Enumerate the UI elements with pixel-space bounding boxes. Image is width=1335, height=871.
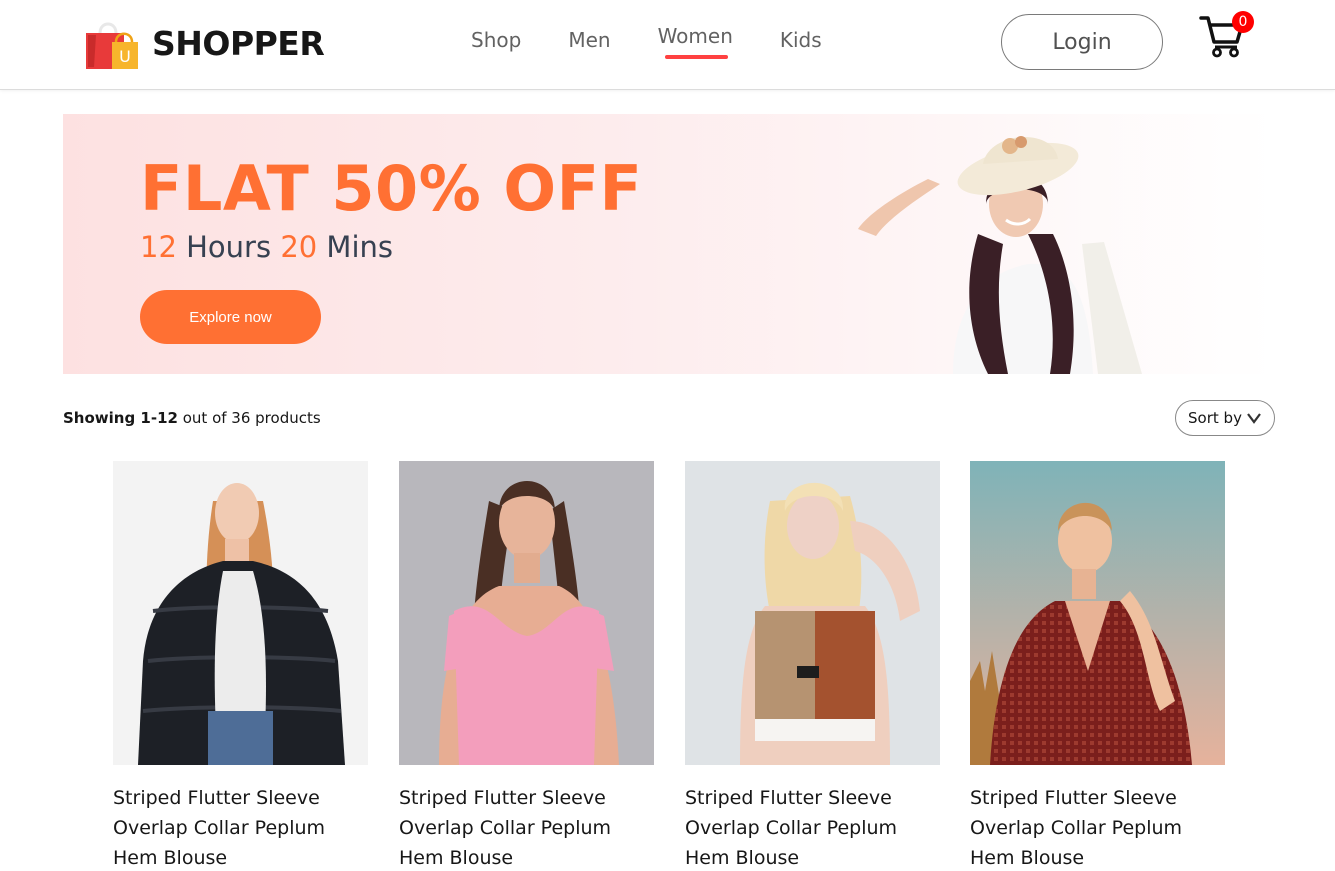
product-name: Striped Flutter Sleeve Overlap Collar Pe… <box>970 787 1183 869</box>
results-range: Showing 1-12 <box>63 409 178 427</box>
nav-label: Women <box>657 24 733 48</box>
navbar: U SHOPPER Shop Men Women Kids Login 0 <box>0 0 1335 90</box>
product-card[interactable]: Striped Flutter Sleeve Overlap Collar Pe… <box>113 461 368 871</box>
nav-item-men[interactable]: Men <box>568 28 610 52</box>
sort-dropdown[interactable]: Sort by <box>1175 400 1275 436</box>
logo[interactable]: U SHOPPER <box>86 17 325 69</box>
product-card[interactable]: Striped Flutter Sleeve Overlap Collar Pe… <box>685 461 940 871</box>
timer-mins-value: 20 <box>280 230 318 264</box>
nav-item-shop[interactable]: Shop <box>471 28 521 52</box>
active-nav-underline <box>664 55 728 59</box>
logo-letter: U <box>119 47 131 66</box>
timer-mins-label: Mins <box>317 230 394 264</box>
results-count: Showing 1-12 out of 36 products <box>63 409 321 427</box>
product-image <box>113 461 368 765</box>
product-card[interactable]: Striped Flutter Sleeve Overlap Collar Pe… <box>970 461 1225 871</box>
nav-label: Kids <box>779 28 822 52</box>
product-image <box>399 461 654 765</box>
banner-headline: FLAT 50% OFF <box>140 152 643 225</box>
main-menu: Shop Men Women Kids <box>471 24 869 59</box>
timer-hours-value: 12 <box>140 230 177 264</box>
product-name: Striped Flutter Sleeve Overlap Collar Pe… <box>113 787 326 869</box>
product-image <box>685 461 940 765</box>
product-card[interactable]: Striped Flutter Sleeve Overlap Collar Pe… <box>399 461 654 871</box>
results-total: out of 36 products <box>177 409 321 427</box>
cart-count-badge: 0 <box>1232 11 1254 33</box>
product-name: Striped Flutter Sleeve Overlap Collar Pe… <box>685 787 898 869</box>
banner-timer: 12 Hours 20 Mins <box>140 230 393 264</box>
cart-button[interactable]: 0 <box>1199 11 1254 60</box>
product-name: Striped Flutter Sleeve Overlap Collar Pe… <box>399 787 612 869</box>
brand-name: SHOPPER <box>152 23 325 63</box>
shopping-bag-icon: U <box>86 17 142 69</box>
nav-item-kids[interactable]: Kids <box>780 28 822 52</box>
explore-now-button[interactable]: Explore now <box>140 290 321 344</box>
nav-item-women[interactable]: Women <box>657 24 733 59</box>
nav-label: Shop <box>471 28 522 52</box>
login-button[interactable]: Login <box>1001 14 1163 70</box>
promo-banner: FLAT 50% OFF 12 Hours 20 Mins Explore no… <box>63 114 1275 374</box>
chevron-down-icon <box>1247 413 1261 424</box>
sort-label: Sort by <box>1188 409 1242 427</box>
banner-model-image <box>858 136 1142 374</box>
timer-hours-label: Hours <box>176 230 281 264</box>
nav-label: Men <box>568 28 611 52</box>
product-image <box>970 461 1225 765</box>
